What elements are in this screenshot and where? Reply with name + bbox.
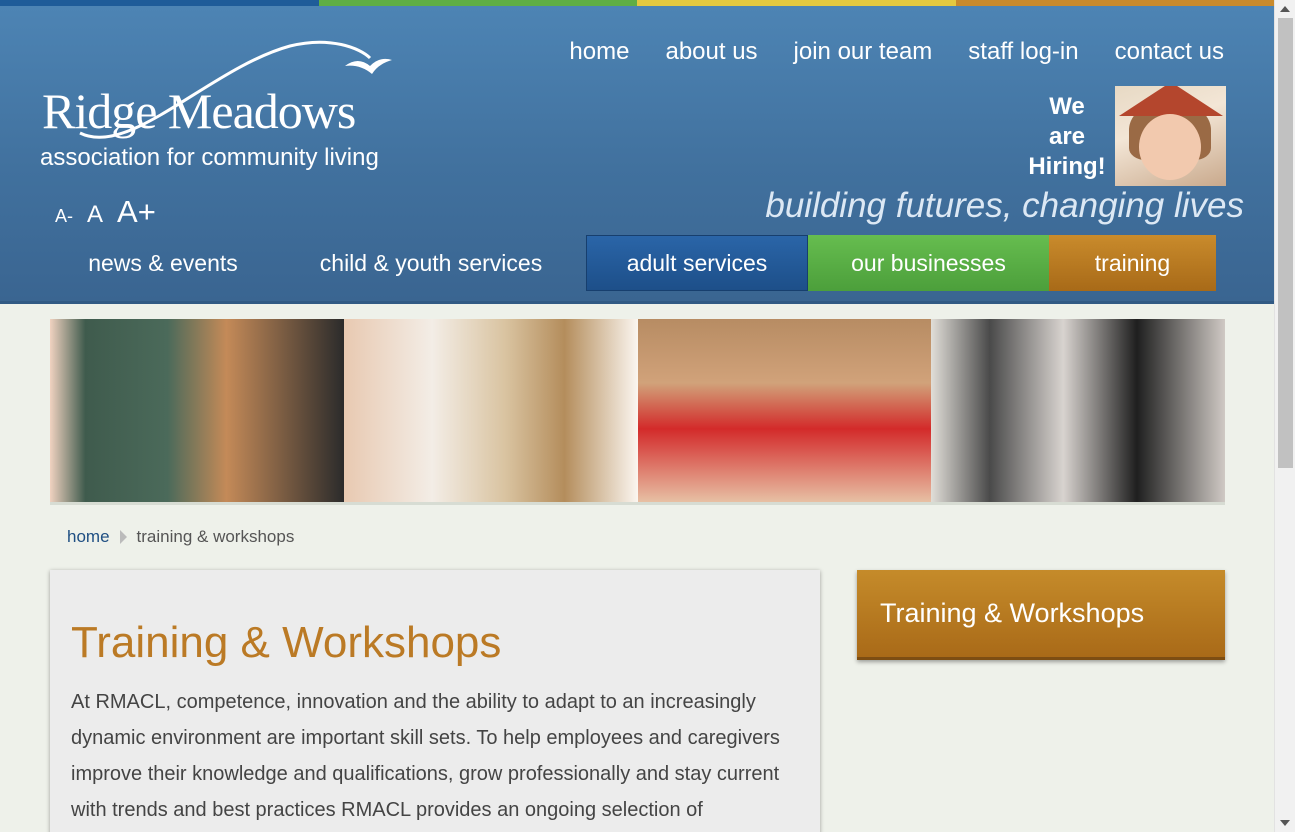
photo-face bbox=[1139, 114, 1201, 180]
top-nav-home[interactable]: home bbox=[569, 38, 629, 66]
font-normal-button[interactable]: A bbox=[87, 201, 103, 229]
logo-subtitle: association for community living bbox=[40, 144, 379, 171]
top-nav-about-us[interactable]: about us bbox=[665, 38, 757, 66]
font-decrease-button[interactable]: A- bbox=[55, 206, 73, 227]
main-nav-our-businesses[interactable]: our businesses bbox=[808, 235, 1049, 291]
main-nav-news-events[interactable]: news & events bbox=[50, 235, 276, 291]
sidebar-training-workshops[interactable]: Training & Workshops bbox=[857, 570, 1225, 660]
scroll-up-arrow-icon[interactable] bbox=[1280, 6, 1290, 12]
main-nav: news & events child & youth services adu… bbox=[50, 235, 1216, 291]
top-nav-contact-us[interactable]: contact us bbox=[1115, 38, 1224, 66]
font-increase-button[interactable]: A+ bbox=[117, 194, 156, 230]
scroll-down-arrow-icon[interactable] bbox=[1280, 820, 1290, 826]
banner bbox=[50, 319, 1225, 505]
banner-seniors-image bbox=[343, 319, 638, 502]
breadcrumb-arrow-icon bbox=[119, 530, 127, 544]
hiring-line-3: Hiring! bbox=[1028, 153, 1106, 180]
hiring-child-photo[interactable] bbox=[1115, 86, 1226, 186]
hiring-line-1: We bbox=[1049, 93, 1085, 120]
page-title: Training & Workshops bbox=[71, 618, 502, 667]
banner-seminar-image bbox=[931, 319, 1225, 502]
vertical-scrollbar[interactable] bbox=[1274, 0, 1295, 832]
main-nav-training[interactable]: training bbox=[1049, 235, 1216, 291]
main-nav-child-youth-services[interactable]: child & youth services bbox=[276, 235, 586, 291]
font-size-controls: A- A A+ bbox=[55, 194, 156, 230]
site-header: Ridge Meadows association for community … bbox=[0, 6, 1274, 304]
banner-classroom-image bbox=[50, 319, 344, 502]
breadcrumb-current: training & workshops bbox=[136, 527, 295, 546]
logo-name: Ridge Meadows bbox=[42, 83, 356, 139]
top-nav-join-our-team[interactable]: join our team bbox=[794, 38, 933, 66]
main-nav-adult-services[interactable]: adult services bbox=[586, 235, 808, 291]
breadcrumb: home training & workshops bbox=[67, 527, 294, 547]
site-logo[interactable]: Ridge Meadows association for community … bbox=[40, 38, 410, 178]
intro-paragraph: At RMACL, competence, innovation and the… bbox=[71, 691, 780, 821]
main-content: Training & Workshops At RMACL, competenc… bbox=[50, 570, 820, 832]
hiring-line-2: are bbox=[1048, 123, 1086, 150]
top-nav-staff-login[interactable]: staff log-in bbox=[968, 38, 1078, 66]
scrollbar-thumb[interactable] bbox=[1278, 18, 1293, 468]
breadcrumb-home[interactable]: home bbox=[67, 527, 110, 547]
photo-book-roof bbox=[1119, 86, 1223, 116]
top-nav: home about us join our team staff log-in… bbox=[569, 38, 1224, 66]
tagline: building futures, changing lives bbox=[765, 186, 1244, 225]
hiring-text[interactable]: We are Hiring! bbox=[1022, 92, 1112, 182]
banner-cpr-image bbox=[637, 319, 932, 502]
